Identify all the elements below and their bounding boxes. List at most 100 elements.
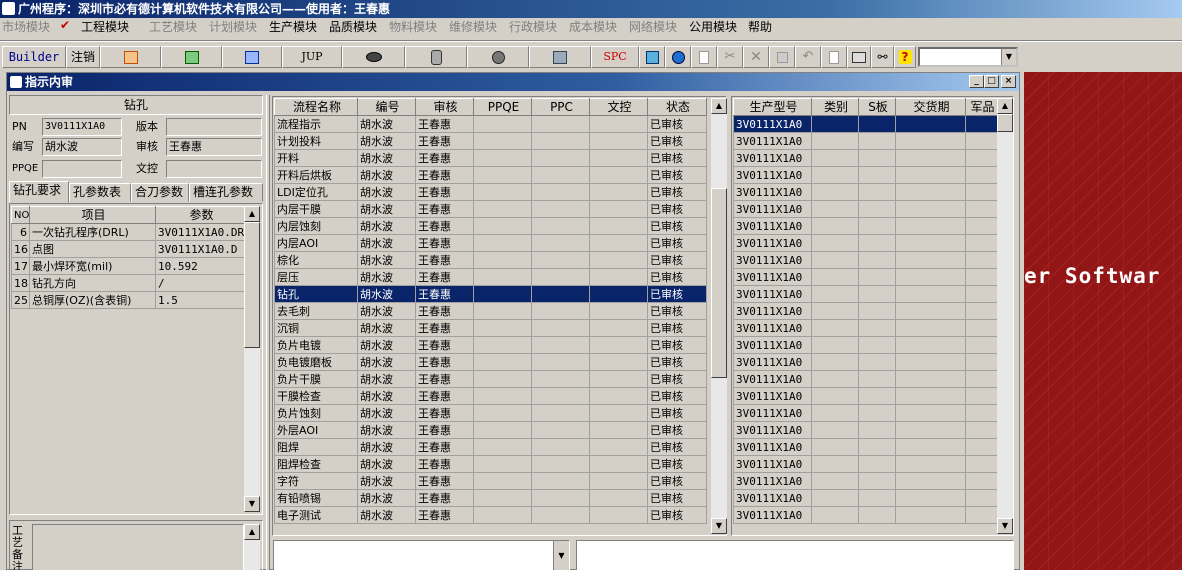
toolbar-combo[interactable]: ▼	[918, 47, 1018, 67]
params-col-item[interactable]: 项目	[29, 206, 156, 224]
scroll-down-icon[interactable]: ▼	[711, 518, 727, 534]
chevron-down-icon[interactable]: ▼	[1001, 49, 1016, 65]
remarks-scrollbar[interactable]: ▲	[244, 524, 260, 570]
tab-drill-requirements[interactable]: 钻孔要求	[9, 181, 69, 203]
internet-button[interactable]	[665, 46, 691, 68]
table-row[interactable]: 3V0111X1A0	[733, 421, 998, 439]
params-scrollbar[interactable]: ▲ ▼	[244, 206, 260, 512]
help-button[interactable]: ?	[894, 46, 916, 68]
table-row[interactable]: 3V0111X1A0	[733, 455, 998, 473]
table-row[interactable]: 去毛刺 胡水波 王春惠 已审核	[274, 302, 707, 320]
table-row[interactable]: 沉铜 胡水波 王春惠 已审核	[274, 319, 707, 337]
refresh-button[interactable]	[639, 46, 665, 68]
table-row[interactable]: 干膜检查 胡水波 王春惠 已审核	[274, 387, 707, 405]
maximize-button[interactable]: □	[984, 75, 999, 88]
database-button[interactable]	[405, 46, 467, 68]
table-row[interactable]: 3V0111X1A0	[733, 183, 998, 201]
table-row[interactable]: 3V0111X1A0	[733, 166, 998, 184]
new-button[interactable]	[691, 46, 717, 68]
table-row[interactable]: 3V0111X1A0	[733, 115, 998, 133]
preview-button[interactable]	[821, 46, 847, 68]
table-row[interactable]: 3V0111X1A0	[733, 506, 998, 524]
params-scroll-thumb[interactable]	[244, 222, 260, 348]
table-row[interactable]: 3V0111X1A0	[733, 319, 998, 337]
menu-help[interactable]: 帮助	[748, 20, 772, 35]
tab-hole-params[interactable]: 孔参数表	[69, 183, 131, 202]
menu-admin[interactable]: 行政模块	[509, 20, 557, 35]
settings-button[interactable]	[467, 46, 529, 68]
table-row[interactable]: 3V0111X1A0	[733, 438, 998, 456]
bottom-notes-field[interactable]	[576, 540, 1014, 570]
scroll-up-icon[interactable]: ▲	[711, 98, 727, 114]
menu-material[interactable]: 物料模块	[389, 20, 437, 35]
model-col-model[interactable]: 生产型号	[733, 98, 812, 116]
pn-field[interactable]: 3V0111X1A0	[42, 118, 122, 136]
view-button[interactable]	[342, 46, 405, 68]
word-button[interactable]	[222, 46, 282, 68]
table-row[interactable]: 3V0111X1A0	[733, 370, 998, 388]
chevron-down-icon[interactable]: ▼	[553, 541, 569, 570]
ppqe-field[interactable]	[42, 160, 122, 178]
flow-scrollbar[interactable]: ▲ ▼	[711, 98, 727, 534]
flow-col-auditor[interactable]: 审核	[415, 98, 474, 116]
menu-cost[interactable]: 成本模块	[569, 20, 617, 35]
table-row[interactable]: 3V0111X1A0	[733, 489, 998, 507]
table-row[interactable]: 3V0111X1A0	[733, 472, 998, 490]
table-row[interactable]: 层压 胡水波 王春惠 已审核	[274, 268, 707, 286]
table-row[interactable]: 内层AOI 胡水波 王春惠 已审核	[274, 234, 707, 252]
table-row[interactable]: LDI定位孔 胡水波 王春惠 已审核	[274, 183, 707, 201]
flow-col-doc-control[interactable]: 文控	[589, 98, 648, 116]
table-row[interactable]: 阻焊检查 胡水波 王春惠 已审核	[274, 455, 707, 473]
delete-button[interactable]: ✕	[743, 46, 769, 68]
scroll-up-icon[interactable]: ▲	[244, 524, 260, 540]
cut-button[interactable]: ✂	[717, 46, 743, 68]
table-row[interactable]: 内层干膜 胡水波 王春惠 已审核	[274, 200, 707, 218]
doc-control-field[interactable]	[166, 160, 262, 178]
table-row[interactable]: 内层蚀刻 胡水波 王春惠 已审核	[274, 217, 707, 235]
auditor-field[interactable]: 王春惠	[166, 138, 262, 156]
table-row[interactable]: 流程指示 胡水波 王春惠 已审核	[274, 115, 707, 133]
tab-tool-params[interactable]: 合刀参数	[131, 183, 189, 202]
table-row[interactable]: 3V0111X1A0	[733, 149, 998, 167]
menu-production[interactable]: 生产模块	[269, 20, 317, 35]
flow-col-status[interactable]: 状态	[647, 98, 707, 116]
close-button[interactable]: ×	[1001, 75, 1016, 88]
spc-button[interactable]: SPC	[591, 46, 639, 68]
table-row[interactable]: 阻焊 胡水波 王春惠 已审核	[274, 438, 707, 456]
table-row[interactable]: 钻孔 胡水波 王春惠 已审核	[274, 285, 707, 303]
table-row[interactable]: 18 钻孔方向 /	[11, 274, 246, 292]
table-row[interactable]: 6 一次钻孔程序(DRL) 3V0111X1A0.DRL	[11, 223, 246, 241]
params-col-no[interactable]: NO	[11, 206, 30, 224]
remarks-field[interactable]	[32, 524, 244, 570]
table-row[interactable]: 棕化 胡水波 王春惠 已审核	[274, 251, 707, 269]
version-field[interactable]	[166, 118, 262, 136]
save-button[interactable]	[769, 46, 795, 68]
table-row[interactable]: 3V0111X1A0	[733, 268, 998, 286]
undo-button[interactable]: ↶	[795, 46, 821, 68]
model-col-military[interactable]: 军品	[965, 98, 998, 116]
table-row[interactable]: 3V0111X1A0	[733, 200, 998, 218]
table-row[interactable]: 3V0111X1A0	[733, 217, 998, 235]
model-scroll-thumb[interactable]	[997, 114, 1013, 132]
table-row[interactable]: 负片蚀刻 胡水波 王春惠 已审核	[274, 404, 707, 422]
table-row[interactable]: 电子测试 胡水波 王春惠 已审核	[274, 506, 707, 524]
table-row[interactable]: 负电镀磨板 胡水波 王春惠 已审核	[274, 353, 707, 371]
menu-quality[interactable]: 品质模块	[329, 20, 377, 35]
table-row[interactable]: 3V0111X1A0	[733, 336, 998, 354]
table-row[interactable]: 3V0111X1A0	[733, 387, 998, 405]
scroll-up-icon[interactable]: ▲	[244, 206, 260, 222]
jup-button[interactable]: JUP	[282, 46, 342, 68]
flow-scroll-thumb[interactable]	[711, 188, 727, 378]
table-row[interactable]: 3V0111X1A0	[733, 302, 998, 320]
menu-process[interactable]: 工艺模块	[149, 20, 197, 35]
table-row[interactable]: 3V0111X1A0	[733, 132, 998, 150]
logout-button[interactable]: 注销	[66, 46, 100, 68]
table-row[interactable]: 3V0111X1A0	[733, 404, 998, 422]
table-row[interactable]: 3V0111X1A0	[733, 285, 998, 303]
table-row[interactable]: 17 最小焊环宽(mil) 10.592	[11, 257, 246, 275]
params-col-value[interactable]: 参数	[155, 206, 246, 224]
table-row[interactable]: 25 总铜厚(OZ)(含表铜) 1.5	[11, 291, 246, 309]
menu-market[interactable]: 市场模块	[2, 20, 50, 35]
table-row[interactable]: 3V0111X1A0	[733, 251, 998, 269]
scroll-up-icon[interactable]: ▲	[997, 98, 1013, 114]
